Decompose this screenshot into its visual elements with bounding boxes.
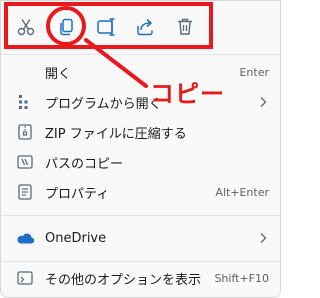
open-with-icon	[15, 92, 35, 112]
copy-path-icon	[15, 152, 35, 172]
annotation-highlight-box	[4, 2, 213, 49]
divider	[1, 54, 282, 55]
menu-item-compress-zip[interactable]: ZIP ファイルに圧縮する	[7, 117, 275, 147]
menu-item-copy-path[interactable]: パスのコピー	[7, 147, 275, 177]
menu-item-open[interactable]: 開く Enter	[7, 57, 275, 87]
divider	[1, 215, 282, 216]
menu-item-label: 開く	[45, 66, 72, 82]
annotation-circle	[46, 6, 86, 46]
more-options-icon	[15, 268, 35, 288]
onedrive-icon	[15, 228, 35, 248]
divider	[1, 261, 282, 262]
shortcut-text: Alt+Enter	[215, 185, 269, 199]
menu-item-onedrive[interactable]: OneDrive	[7, 223, 275, 253]
menu-item-label: プログラムから開く	[45, 96, 162, 112]
zip-icon	[15, 122, 35, 142]
menu-item-label: その他のオプションを表示	[45, 272, 202, 288]
menu-item-label: パスのコピー	[45, 156, 124, 172]
chevron-right-icon	[260, 97, 267, 107]
menu-item-label: OneDrive	[45, 230, 107, 246]
shortcut-text: Enter	[239, 65, 269, 79]
chevron-right-icon	[260, 233, 267, 243]
shortcut-text: Shift+F10	[214, 271, 269, 285]
menu-item-open-with[interactable]: プログラムから開く	[7, 87, 275, 117]
menu-item-properties[interactable]: プロパティ Alt+Enter	[7, 177, 275, 207]
annotation-label: コピー	[150, 80, 225, 108]
menu-item-label: プロパティ	[45, 186, 110, 202]
menu-item-label: ZIP ファイルに圧縮する	[45, 126, 187, 142]
properties-icon	[15, 182, 35, 202]
menu-item-more-options[interactable]: その他のオプションを表示 Shift+F10	[7, 263, 275, 293]
